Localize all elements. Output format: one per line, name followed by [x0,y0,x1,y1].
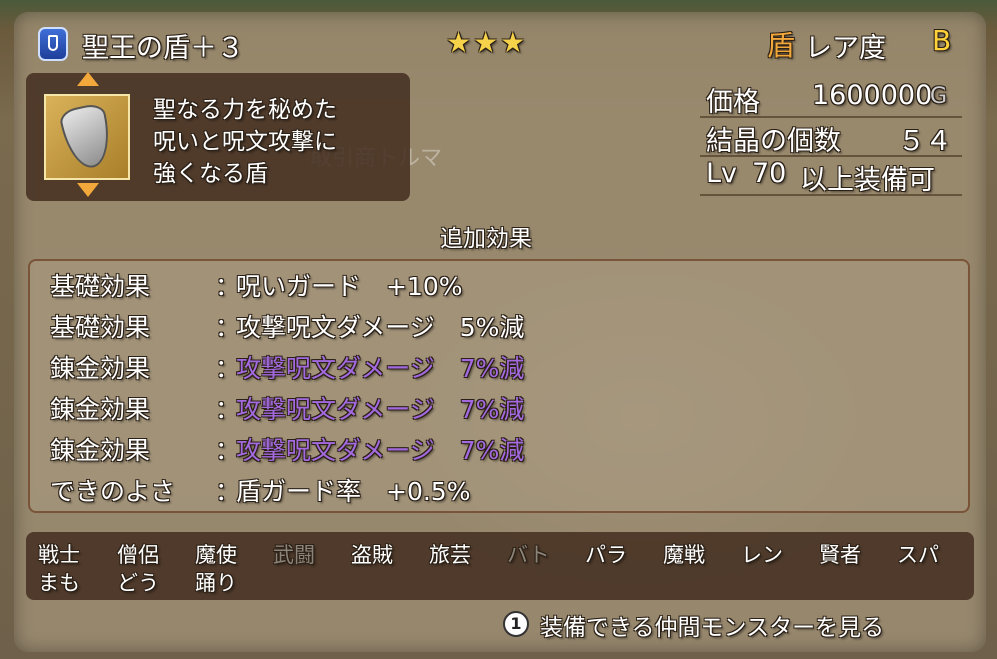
description-line: 呪いと呪文攻撃に [153,129,337,155]
crystal-label: 結晶の個数 [706,126,841,157]
level-value: 70 [752,158,787,189]
job-ranger: レン [741,543,783,567]
alchemy-effect-value: 攻撃呪文ダメージ 7%減 [236,436,525,465]
effects-header: 追加効果 [440,226,532,252]
job-warrior: 戦士 [38,543,80,567]
description-line: 聖なる力を秘めた [153,97,337,123]
job-priest: 僧侶 [117,543,159,567]
effect-value: 攻撃呪文ダメージ 5%減 [236,313,525,342]
button-1-icon[interactable]: 1 [503,611,529,637]
job-sage: 賢者 [819,543,861,567]
job-battle-master: バト [507,543,550,567]
job-itemmaster: どう [117,571,159,595]
effect-label: できのよさ [50,477,176,506]
shield-category-icon [38,27,68,61]
view-monsters-link[interactable]: 装備できる仲間モンスターを見る [540,608,884,642]
divider [700,116,962,118]
job-mage: 魔使 [195,543,237,567]
job-armamentalist: 魔戦 [663,543,705,567]
job-paladin: パラ [585,543,627,567]
job-thief: 盗賊 [351,543,393,567]
divider [700,155,962,157]
description-line: 強くなる盾 [153,161,268,187]
job-entertainer: 旅芸 [429,543,471,567]
level-prefix: Lv [706,158,738,189]
job-dancer: 踊り [195,571,237,595]
scroll-down-arrow-icon[interactable] [77,183,99,197]
item-image [44,94,130,180]
price-label: 価格 [706,87,760,118]
effect-label: 錬金効果 [50,354,151,383]
price-unit: G [930,84,948,109]
alchemy-effect-value: 攻撃呪文ダメージ 7%減 [236,354,525,383]
effect-value: 呪いガード +10% [236,272,463,301]
effect-value: 盾ガード率 +0.5% [236,477,471,506]
job-monster-master: まも [38,571,80,595]
price-value: 1600000 [812,80,933,111]
job-superstar: スパ [897,543,939,567]
crystal-value: ５４ [898,126,952,157]
level-suffix: 以上装備可 [800,165,935,196]
rarity-label: レア度 [805,33,886,64]
shield-rarity-icon: 盾 [767,29,796,62]
effect-label: 基礎効果 [50,313,151,342]
item-name: 聖王の盾＋３ [82,33,244,64]
effect-label: 錬金効果 [50,436,151,465]
effect-label: 基礎効果 [50,272,151,301]
rarity-value: B [932,24,952,57]
shield-icon [58,101,116,173]
job-martial-artist: 武闘 [273,543,315,567]
scroll-up-arrow-icon[interactable] [77,72,99,86]
effect-label: 錬金効果 [50,395,151,424]
alchemy-effect-value: 攻撃呪文ダメージ 7%減 [236,395,525,424]
divider [700,194,962,196]
star-rating: ★★★ [446,26,528,59]
